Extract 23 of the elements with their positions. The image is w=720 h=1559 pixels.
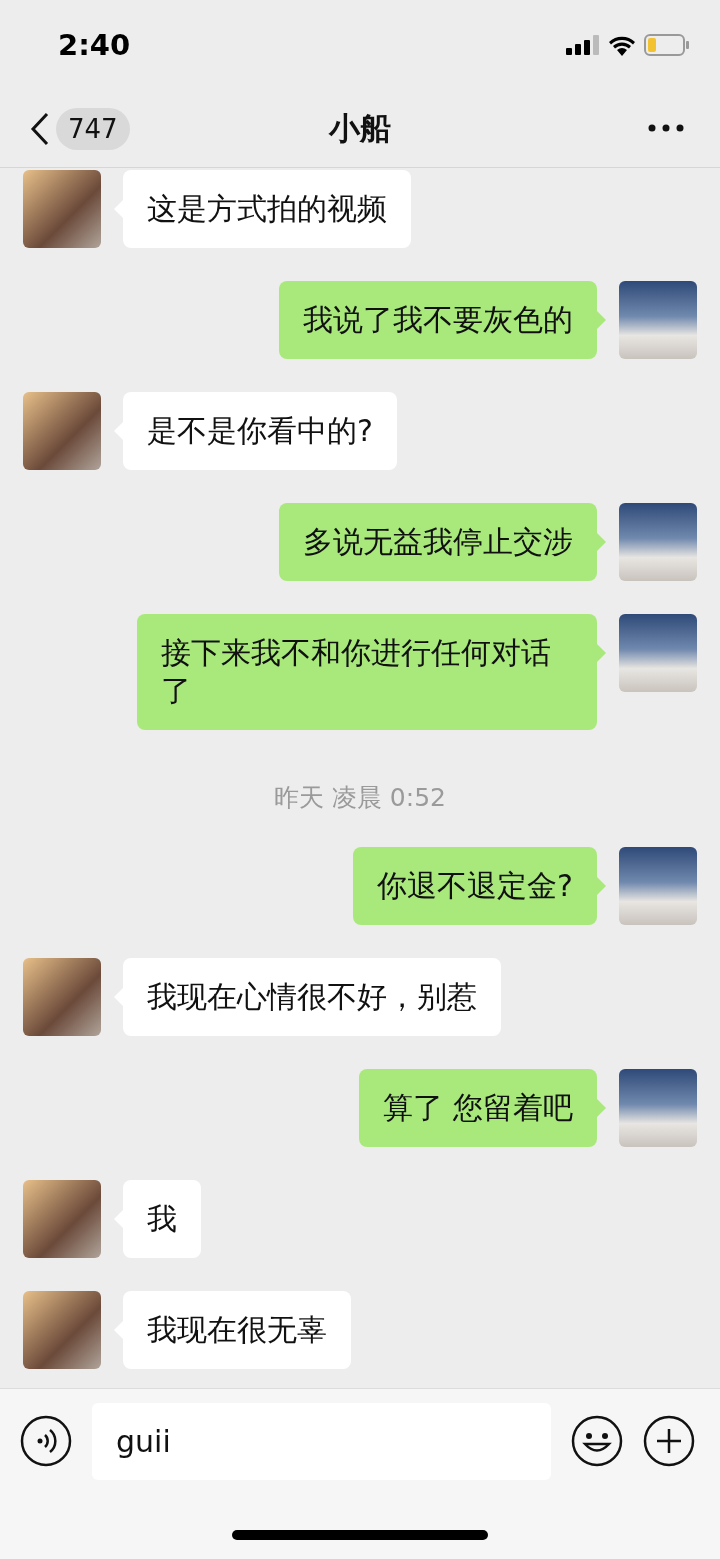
message-input[interactable]: guii (92, 1403, 551, 1480)
timestamp: 昨天 凌晨 0:52 (273, 782, 446, 814)
avatar-photo-placeholder[interactable] (619, 281, 697, 359)
more-icon[interactable] (648, 124, 684, 132)
add-icon[interactable] (643, 1415, 695, 1467)
avatar-photo-placeholder[interactable] (619, 503, 697, 581)
voice-icon[interactable] (20, 1415, 72, 1467)
avatar-photo-placeholder[interactable] (23, 1180, 101, 1258)
avatar-photo-placeholder[interactable] (23, 958, 101, 1036)
status-time: 2:40 (58, 28, 131, 62)
wifi-icon (608, 34, 636, 56)
unread-count[interactable]: 747 (56, 107, 130, 150)
avatar-photo-placeholder[interactable] (619, 614, 697, 692)
back-icon[interactable] (30, 111, 50, 146)
avatar-photo-placeholder[interactable] (619, 847, 697, 925)
avatar-photo-placeholder[interactable] (23, 170, 101, 248)
avatar-photo-placeholder[interactable] (619, 1069, 697, 1147)
battery-icon (644, 34, 690, 56)
avatar-photo-placeholder[interactable] (23, 1291, 101, 1369)
chat-title: 小船 (329, 109, 391, 146)
signal-icon (566, 35, 600, 55)
emoji-icon[interactable] (571, 1415, 623, 1467)
avatar-photo-placeholder[interactable] (23, 392, 101, 470)
